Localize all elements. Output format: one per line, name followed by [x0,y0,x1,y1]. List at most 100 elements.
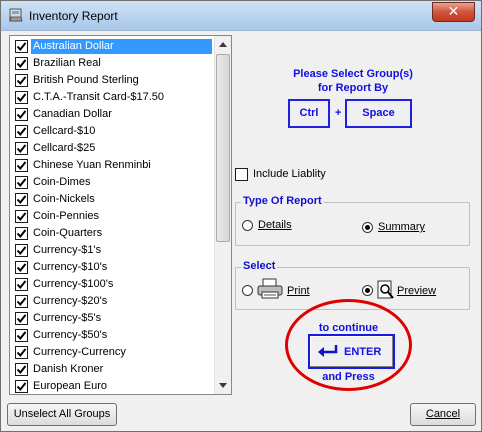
list-item-label: Australian Dollar [31,39,212,54]
print-label: Print [287,285,310,297]
list-item-checkbox[interactable] [15,363,28,376]
space-key-badge: Space [345,99,412,128]
list-item-label: European Euro [33,380,107,392]
instructions-line1: Please Select Group(s) [293,68,413,80]
list-item-checkbox[interactable] [15,159,28,172]
title-bar[interactable]: Inventory Report ✕ [1,1,481,31]
type-of-report-title: Type Of Report [241,195,324,207]
and-press-text: and Press [322,371,375,383]
list-item[interactable]: Coin-Nickels [10,191,214,208]
print-radio[interactable] [242,285,253,296]
cancel-label: Cancel [425,408,461,420]
list-item-checkbox[interactable] [15,125,28,138]
summary-label: Summary [378,221,426,233]
list-item[interactable]: Coin-Quarters [10,225,214,242]
list-item[interactable]: Coin-Pennies [10,208,214,225]
list-item-label: Brazilian Real [33,57,101,69]
list-item-label: Canadian Dollar [33,108,112,120]
list-item[interactable]: Danish Kroner [10,361,214,378]
list-item[interactable]: Currency-$100's [10,276,214,293]
summary-radio[interactable] [362,222,373,233]
list-item-checkbox[interactable] [15,74,28,87]
instructions-line2: for Report By [317,82,389,94]
list-item[interactable]: Australian Dollar [10,38,214,55]
list-item-label: Currency-$1's [33,244,102,256]
type-of-report-group: Type Of Report Details Summary [235,195,470,246]
list-item-checkbox[interactable] [15,210,28,223]
list-item-checkbox[interactable] [15,261,28,274]
app-icon [8,7,24,23]
list-item-label: Currency-$10's [33,261,108,273]
list-item-checkbox[interactable] [15,57,28,70]
list-item-checkbox[interactable] [15,278,28,291]
plus-sign: + [335,107,342,119]
enter-arrow-icon [316,343,340,362]
list-item[interactable]: Cellcard-$10 [10,123,214,140]
list-item-checkbox[interactable] [15,380,28,393]
details-radio[interactable] [242,220,253,231]
cancel-button[interactable]: Cancel [410,403,476,426]
list-item-label: Coin-Dimes [33,176,91,188]
list-item-checkbox[interactable] [15,142,28,155]
list-item-checkbox[interactable] [15,312,28,325]
list-item-label: Currency-$50's [33,329,108,341]
list-item[interactable]: Currency-$20's [10,293,214,310]
include-liability-label: Include Liablity [253,168,326,180]
list-item-checkbox[interactable] [15,295,28,308]
list-item[interactable]: Canadian Dollar [10,106,214,123]
list-item-checkbox[interactable] [15,329,28,342]
unselect-all-groups-button[interactable]: Unselect All Groups [7,403,117,426]
list-item-label: Coin-Quarters [33,227,103,239]
to-continue-text: to continue [318,322,379,334]
list-scrollbar[interactable] [214,36,231,394]
list-item-checkbox[interactable] [15,346,28,359]
close-icon: ✕ [447,4,460,20]
window-title: Inventory Report [29,9,118,23]
list-item-label: Chinese Yuan Renminbi [33,159,151,171]
list-item[interactable]: European Euro [10,378,214,394]
list-item[interactable]: British Pound Sterling [10,72,214,89]
details-label: Details [258,219,292,231]
group-listbox[interactable]: Australian Dollar Brazilian Real British P… [9,35,232,395]
list-item[interactable]: Coin-Dimes [10,174,214,191]
select-output-title: Select [241,260,278,272]
list-item-label: Coin-Pennies [33,210,100,222]
list-item-label: Currency-$20's [33,295,108,307]
instructions-text: Please Select Group(s) for Report By [263,67,443,95]
list-item-label: Currency-Currency [33,346,126,358]
list-item-label: British Pound Sterling [33,74,139,86]
list-item-label: Danish Kroner [33,363,104,375]
list-item-label: Currency-$100's [33,278,114,290]
list-item-checkbox[interactable] [15,108,28,121]
preview-label: Preview [397,285,437,297]
list-item[interactable]: Currency-$10's [10,259,214,276]
list-item[interactable]: Chinese Yuan Renminbi [10,157,214,174]
list-item-checkbox[interactable] [15,176,28,189]
list-item[interactable]: Currency-$50's [10,327,214,344]
list-item-label: Cellcard-$10 [33,125,96,137]
list-item[interactable]: Currency-$5's [10,310,214,327]
enter-label: ENTER [344,346,382,358]
scroll-down-arrow-icon[interactable] [215,377,231,394]
list-item-checkbox[interactable] [15,193,28,206]
list-item-checkbox[interactable] [15,91,28,104]
list-item-label: Coin-Nickels [33,193,95,205]
list-item-checkbox[interactable] [15,227,28,240]
scrollbar-thumb[interactable] [216,54,230,242]
scroll-up-arrow-icon[interactable] [215,36,231,53]
list-item[interactable]: Currency-Currency [10,344,214,361]
preview-icon [377,280,395,303]
list-item-label: Cellcard-$25 [33,142,96,154]
list-item-checkbox[interactable] [15,244,28,257]
list-item[interactable]: Currency-$1's [10,242,214,259]
list-item[interactable]: Cellcard-$25 [10,140,214,157]
enter-button[interactable]: ENTER [308,334,395,369]
preview-radio[interactable] [362,285,373,296]
include-liability-checkbox[interactable] [235,168,248,181]
list-item[interactable]: Brazilian Real [10,55,214,72]
list-item[interactable]: C.T.A.-Transit Card-$17.50 [10,89,214,106]
list-item-checkbox[interactable] [15,40,28,53]
inventory-report-window: Inventory Report ✕ Australian Dollar Braz… [0,0,482,432]
close-button[interactable]: ✕ [432,2,475,22]
ctrl-key-badge: Ctrl [288,99,330,128]
